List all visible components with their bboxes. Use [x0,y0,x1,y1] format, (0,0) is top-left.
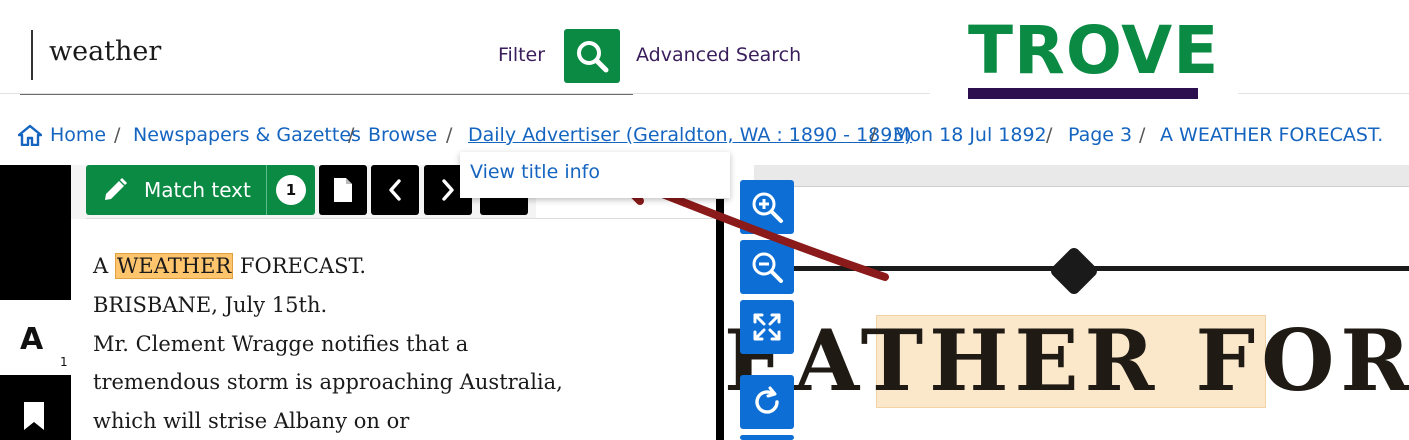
zoom-in-button[interactable] [740,180,794,234]
viewer-extra-button[interactable] [740,435,794,440]
search-button[interactable] [564,29,620,83]
search-icon [577,41,609,73]
breadcrumb-browse[interactable]: Browse [368,124,437,146]
breadcrumb-article[interactable]: A WEATHER FORECAST. [1160,124,1383,146]
breadcrumb-separator: / [1046,124,1053,146]
page-icon [334,178,352,202]
article-line: tremendous storm is approaching Australi… [93,370,563,395]
breadcrumb-issue-date[interactable]: Mon 18 Jul 1892 [893,124,1047,146]
page-view-button[interactable] [319,165,367,215]
article-line: Mr. Clement Wragge notifies that a [93,331,469,356]
search-input-value[interactable]: weather [49,36,161,67]
scan-top-edge [754,165,1409,187]
match-count-badge: 1 [276,175,306,205]
toolbar-divider [86,218,716,219]
breadcrumb-separator: / [348,124,355,146]
breadcrumb-page[interactable]: Page 3 [1068,124,1132,146]
scan-ornament [1048,245,1100,297]
breadcrumb-title[interactable]: Daily Advertiser (Geraldton, WA : 1890 -… [468,124,912,146]
rotate-icon [755,386,779,414]
breadcrumb-home[interactable]: Home [50,124,106,146]
sidebar-panel [0,165,71,300]
filter-link[interactable]: Filter [498,44,545,66]
font-size-count: 1 [60,355,68,369]
fullscreen-button[interactable] [740,300,794,354]
zoom-in-icon [752,192,783,223]
zoom-out-icon [752,252,783,283]
page-image-viewer[interactable]: EATHER FORE [724,165,1409,440]
fullscreen-icon [753,313,781,341]
breadcrumb-newspapers[interactable]: Newspapers & Gazettes [133,124,361,146]
previous-button[interactable] [371,165,419,215]
article-text: A WEATHER FORECAST. BRISBANE, July 15th.… [93,247,563,440]
title-dropdown-menu: View title info [460,152,730,198]
heading-suffix: FORECAST. [233,254,367,278]
search-term-highlight: WEATHER [114,253,234,279]
logo-bar [968,88,1198,99]
chevron-right-icon [442,179,454,201]
article-line: which will strise Albany on or [93,409,410,434]
font-size-icon: A [20,322,44,357]
chevron-left-icon [389,179,401,201]
trove-logo[interactable]: TROVE [930,0,1238,110]
match-text-label: Match text [144,178,251,202]
home-icon[interactable] [18,124,42,146]
view-title-info-link[interactable]: View title info [470,161,600,183]
breadcrumb-separator: / [114,124,121,146]
bookmark-icon [24,402,44,430]
advanced-search-link[interactable]: Advanced Search [636,44,801,66]
match-text-button[interactable]: Match text 1 [86,165,315,215]
match-divider [266,165,267,215]
scan-headline-text: EATHER FORE [724,311,1409,410]
breadcrumb-separator: / [870,124,877,146]
article-heading: A WEATHER FORECAST. [93,247,563,286]
font-size-button[interactable]: A 1 [0,300,71,375]
zoom-out-button[interactable] [740,240,794,294]
heading-prefix: A [93,254,115,278]
breadcrumb-separator: / [1139,124,1146,146]
pencil-icon [105,177,128,200]
panel-splitter[interactable] [716,199,724,440]
rotate-button[interactable] [740,375,794,429]
text-caret [31,30,33,80]
article-line: BRISBANE, July 15th. [93,292,328,317]
breadcrumb-separator: / [446,124,453,146]
bookmark-button[interactable] [0,375,71,440]
logo-text: TROVE [968,12,1220,89]
